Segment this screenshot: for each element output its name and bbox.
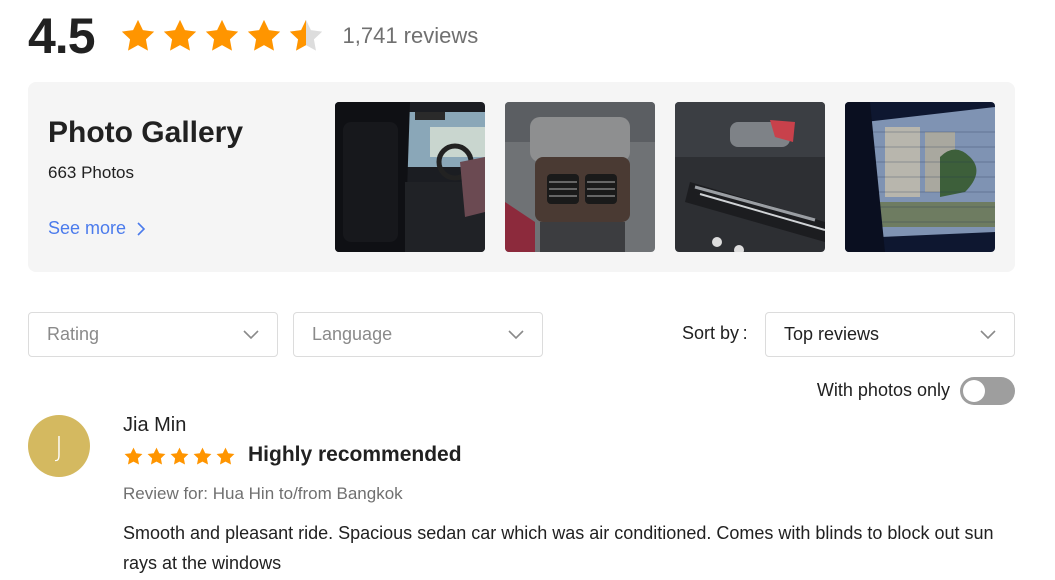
star-icon	[147, 447, 166, 465]
see-more-label: See more	[48, 218, 127, 238]
half-star-icon	[289, 19, 322, 51]
gallery-photo-3[interactable]	[675, 102, 825, 252]
rating-summary: 4.5 1,741 reviews	[28, 8, 478, 64]
language-filter-label: Language	[312, 324, 393, 344]
overall-score: 4.5	[28, 8, 96, 64]
review-for-label: Review for: Hua Hin to/from Bangkok	[123, 484, 403, 503]
photos-only-toggle[interactable]	[960, 377, 1015, 405]
gallery-photo-count: 663 Photos	[48, 163, 135, 182]
star-icon	[124, 447, 143, 465]
gallery-title: Photo Gallery	[48, 116, 244, 149]
gallery-photo-1[interactable]	[335, 102, 485, 252]
star-icon	[163, 19, 196, 51]
review-title: Highly recommended	[248, 443, 462, 466]
overall-stars	[119, 17, 325, 55]
door-panel-photo	[675, 102, 825, 252]
car-interior-photo	[335, 102, 485, 252]
avatar: J	[28, 415, 90, 477]
star-icon	[170, 447, 189, 465]
rating-filter-label: Rating	[47, 324, 100, 344]
star-icon	[247, 19, 280, 51]
sort-select[interactable]: Top reviews	[765, 312, 1015, 357]
sort-by-label: Sort by :	[682, 323, 748, 343]
star-icon	[193, 447, 212, 465]
chevron-down-icon	[980, 329, 996, 339]
chevron-down-icon	[243, 329, 259, 339]
reviewer-name: Jia Min	[123, 414, 187, 436]
see-more-link[interactable]: See more	[48, 218, 146, 239]
air-vents-photo	[505, 102, 655, 252]
star-icon	[216, 447, 235, 465]
review-stars	[123, 446, 236, 467]
sort-select-value: Top reviews	[784, 324, 880, 344]
star-icon	[121, 19, 154, 51]
review-count: 1,741 reviews	[342, 23, 479, 48]
rating-filter-select[interactable]: Rating	[28, 312, 278, 357]
gallery-photo-4[interactable]	[845, 102, 995, 252]
photos-only-label: With photos only	[816, 380, 950, 400]
toggle-knob	[963, 380, 985, 402]
chevron-down-icon	[508, 329, 524, 339]
chevron-right-icon	[137, 221, 146, 236]
gallery-photo-2[interactable]	[505, 102, 655, 252]
photo-gallery: Photo Gallery 663 Photos See more	[28, 82, 1015, 272]
review-body: Smooth and pleasant ride. Spacious sedan…	[123, 523, 994, 573]
star-icon	[205, 19, 238, 51]
language-filter-select[interactable]: Language	[293, 312, 543, 357]
window-blinds-photo	[845, 102, 995, 252]
